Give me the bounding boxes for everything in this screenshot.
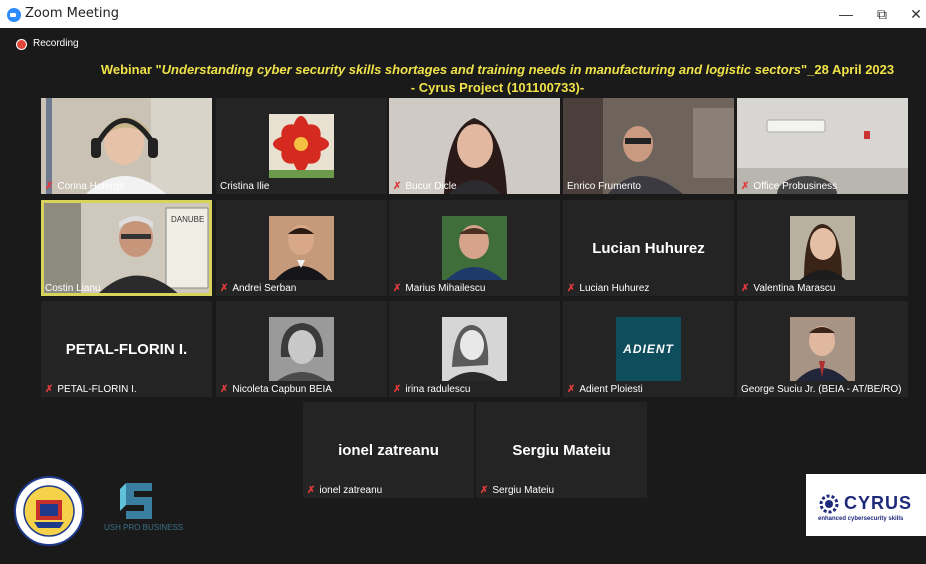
- mic-muted-icon: ✗: [567, 384, 576, 395]
- mic-muted-icon: ✗: [393, 283, 402, 294]
- video-tile-irina-radulescu[interactable]: ✗ irina radulescu: [389, 301, 560, 397]
- mic-muted-icon: ✗: [741, 181, 750, 192]
- video-tile-george-suciu[interactable]: George Suciu Jr. (BEIA - AT/BE/RO): [737, 301, 908, 397]
- video-feed: [563, 98, 734, 194]
- ush-logo-mark: [120, 483, 152, 519]
- participant-namebar: ✗ PETAL-FLORIN I.: [45, 384, 137, 395]
- avatar-flower: [269, 114, 334, 178]
- webinar-banner: Webinar "Understanding cyber security sk…: [100, 61, 895, 97]
- window-title: Zoom Meeting: [25, 6, 120, 21]
- participant-namebar: ✗ Valentina Marascu: [741, 283, 836, 294]
- participant-namebar: Costin Lianu: [45, 283, 101, 294]
- video-tile-marius-mihailescu[interactable]: ✗ Marius Mihailescu: [389, 200, 560, 296]
- mic-muted-icon: ✗: [45, 384, 54, 395]
- avatar-photo: [269, 216, 334, 280]
- video-tile-bucur-dicle[interactable]: ✗ Bucur Dicle: [389, 98, 560, 194]
- video-tile-adient-ploiesti[interactable]: ADIENT ✗ Adient Ploiesti: [563, 301, 734, 397]
- participant-display-name: Lucian Huhurez: [592, 240, 705, 257]
- participant-namebar: ✗ Andrei Serban: [220, 283, 297, 294]
- video-tile-office-probusiness[interactable]: ✗ Office Probusiness: [737, 98, 908, 194]
- adient-logo: ADIENT: [616, 317, 681, 381]
- cyrus-logo: CYRUS enhanced cybersecurity skills: [806, 474, 926, 536]
- participant-namebar: ✗ Marius Mihailescu: [393, 283, 486, 294]
- minimize-button[interactable]: —: [828, 3, 864, 25]
- maximize-button[interactable]: ⧉: [864, 3, 900, 25]
- participant-namebar: ✗ Adient Ploiesti: [567, 384, 643, 395]
- university-seal-logo: [14, 476, 84, 546]
- video-tile-andrei-serban[interactable]: ✗ Andrei Serban: [216, 200, 387, 296]
- video-tile-cristina-ilie[interactable]: Cristina Ilie: [216, 98, 387, 194]
- avatar-photo: [269, 317, 334, 381]
- video-tile-sergiu-mateiu[interactable]: Sergiu Mateiu ✗ Sergiu Mateiu: [476, 402, 647, 498]
- mic-muted-icon: ✗: [741, 283, 750, 294]
- cyrus-subtitle: enhanced cybersecurity skills: [818, 516, 904, 522]
- participant-namebar: ✗ Nicoleta Capbun BEIA: [220, 384, 332, 395]
- mic-muted-icon: ✗: [220, 283, 229, 294]
- recording-label: Recording: [33, 38, 79, 49]
- mic-muted-icon: ✗: [393, 181, 402, 192]
- ush-logo-text: USH PRO BUSINESS: [104, 523, 184, 532]
- participant-namebar: George Suciu Jr. (BEIA - AT/BE/RO): [741, 384, 902, 395]
- video-feed: [737, 98, 908, 194]
- ush-pro-business-logo: USH PRO BUSINESS: [104, 479, 183, 537]
- participant-display-name: Sergiu Mateiu: [512, 442, 611, 459]
- participant-namebar: ✗ Corina Holerga: [45, 181, 125, 192]
- video-tile-costin-lianu[interactable]: DANUBE Costin Lianu: [41, 200, 212, 296]
- avatar-photo: [442, 216, 507, 280]
- participant-namebar: ✗ ionel zatreanu: [307, 485, 383, 496]
- video-tile-ionel-zatreanu[interactable]: ionel zatreanu ✗ ionel zatreanu: [303, 402, 474, 498]
- video-feed: [41, 98, 212, 194]
- participant-namebar: Enrico Frumento: [567, 181, 641, 192]
- participant-namebar: ✗ Bucur Dicle: [393, 181, 457, 192]
- video-feed: [389, 98, 560, 194]
- cyrus-title: CYRUS: [844, 493, 913, 513]
- video-tile-corina-holerga[interactable]: ✗ Corina Holerga: [41, 98, 212, 194]
- mic-muted-icon: ✗: [567, 283, 576, 294]
- svg-text:DANUBE: DANUBE: [171, 215, 204, 224]
- video-tile-valentina-marascu[interactable]: ✗ Valentina Marascu: [737, 200, 908, 296]
- webinar-title-line2: - Cyrus Project (101100733)-: [410, 80, 585, 95]
- video-tile-petal-florin[interactable]: PETAL-FLORIN I. ✗ PETAL-FLORIN I.: [41, 301, 212, 397]
- mic-muted-icon: ✗: [307, 485, 316, 496]
- participant-display-name: PETAL-FLORIN I.: [65, 341, 188, 358]
- video-feed: DANUBE: [41, 200, 212, 296]
- avatar-photo: [790, 216, 855, 280]
- cyrus-gear-icon: [819, 494, 839, 514]
- avatar-photo: [442, 317, 507, 381]
- mic-muted-icon: ✗: [45, 181, 54, 192]
- participant-namebar: Cristina Ilie: [220, 181, 270, 192]
- participant-namebar: ✗ Sergiu Mateiu: [480, 485, 555, 496]
- video-tile-enrico-frumento[interactable]: Enrico Frumento: [563, 98, 734, 194]
- recording-icon: [16, 39, 27, 50]
- video-tile-nicoleta-capbun[interactable]: ✗ Nicoleta Capbun BEIA: [216, 301, 387, 397]
- adient-logo-text: ADIENT: [623, 342, 674, 356]
- zoom-app-icon: [7, 8, 21, 22]
- avatar-photo: [790, 317, 855, 381]
- mic-muted-icon: ✗: [480, 485, 489, 496]
- participant-display-name: ionel zatreanu: [338, 442, 439, 459]
- title-bar: Zoom Meeting — ⧉ ✕: [0, 0, 926, 28]
- video-tile-lucian-huhurez[interactable]: Lucian Huhurez ✗ Lucian Huhurez: [563, 200, 734, 296]
- close-button[interactable]: ✕: [898, 3, 926, 25]
- participant-namebar: ✗ irina radulescu: [393, 384, 471, 395]
- participant-namebar: ✗ Lucian Huhurez: [567, 283, 650, 294]
- mic-muted-icon: ✗: [220, 384, 229, 395]
- participant-namebar: ✗ Office Probusiness: [741, 181, 838, 192]
- webinar-title-line1: Webinar "Understanding cyber security sk…: [100, 62, 895, 77]
- mic-muted-icon: ✗: [393, 384, 402, 395]
